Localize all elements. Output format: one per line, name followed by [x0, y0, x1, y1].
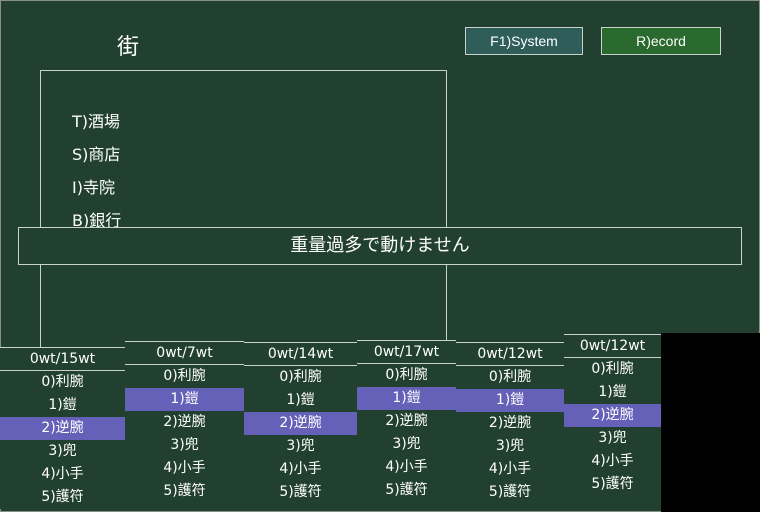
party-panel-5: 0wt/12wt 0)利腕 1)鎧 2)逆腕 3)兜 4)小手 5)護符 [456, 342, 564, 504]
party-panel-1: 0wt/15wt 0)利腕 1)鎧 2)逆腕 3)兜 4)小手 5)護符 [0, 347, 125, 509]
slot-helmet[interactable]: 3)兜 [564, 427, 661, 450]
slot-main-hand[interactable]: 0)利腕 [564, 358, 661, 381]
slot-main-hand[interactable]: 0)利腕 [0, 371, 125, 394]
slot-off-hand[interactable]: 2)逆腕 [244, 412, 357, 435]
weight-label: 0wt/15wt [0, 348, 125, 371]
message-banner: 重量過多で動けません [18, 227, 742, 265]
slot-amulet[interactable]: 5)護符 [0, 486, 125, 509]
slot-amulet[interactable]: 5)護符 [564, 473, 661, 496]
slot-main-hand[interactable]: 0)利腕 [456, 366, 564, 389]
party-panel-4: 0wt/17wt 0)利腕 1)鎧 2)逆腕 3)兜 4)小手 5)護符 [357, 340, 456, 502]
slot-off-hand[interactable]: 2)逆腕 [564, 404, 661, 427]
slot-gauntlets[interactable]: 4)小手 [0, 463, 125, 486]
slot-amulet[interactable]: 5)護符 [357, 479, 456, 502]
slot-gauntlets[interactable]: 4)小手 [357, 456, 456, 479]
slot-helmet[interactable]: 3)兜 [125, 434, 244, 457]
slot-helmet[interactable]: 3)兜 [244, 435, 357, 458]
slot-armor[interactable]: 1)鎧 [564, 381, 661, 404]
weight-label: 0wt/7wt [125, 342, 244, 365]
slot-main-hand[interactable]: 0)利腕 [244, 366, 357, 389]
slot-amulet[interactable]: 5)護符 [125, 480, 244, 503]
weight-label: 0wt/12wt [456, 343, 564, 366]
slot-main-hand[interactable]: 0)利腕 [357, 364, 456, 387]
party-panel-6: 0wt/12wt 0)利腕 1)鎧 2)逆腕 3)兜 4)小手 5)護符 [564, 334, 661, 496]
empty-area [661, 333, 760, 512]
slot-armor[interactable]: 1)鎧 [244, 389, 357, 412]
slot-gauntlets[interactable]: 4)小手 [564, 450, 661, 473]
slot-helmet[interactable]: 3)兜 [456, 435, 564, 458]
slot-armor[interactable]: 1)鎧 [125, 388, 244, 411]
menu-item-shop[interactable]: S)商店 [72, 141, 120, 165]
system-button[interactable]: F1)System [465, 27, 583, 55]
slot-off-hand[interactable]: 2)逆腕 [125, 411, 244, 434]
slot-helmet[interactable]: 3)兜 [357, 433, 456, 456]
weight-label: 0wt/14wt [244, 343, 357, 366]
slot-helmet[interactable]: 3)兜 [0, 440, 125, 463]
slot-amulet[interactable]: 5)護符 [456, 481, 564, 504]
slot-gauntlets[interactable]: 4)小手 [244, 458, 357, 481]
weight-label: 0wt/17wt [357, 341, 456, 364]
party-panel-2: 0wt/7wt 0)利腕 1)鎧 2)逆腕 3)兜 4)小手 5)護符 [125, 341, 244, 503]
record-button[interactable]: R)ecord [601, 27, 721, 55]
menu-item-temple[interactable]: I)寺院 [72, 174, 115, 198]
weight-label: 0wt/12wt [564, 335, 661, 358]
party-panel-3: 0wt/14wt 0)利腕 1)鎧 2)逆腕 3)兜 4)小手 5)護符 [244, 342, 357, 504]
slot-amulet[interactable]: 5)護符 [244, 481, 357, 504]
menu-item-tavern[interactable]: T)酒場 [72, 108, 120, 132]
location-title: 街 [117, 35, 141, 60]
slot-gauntlets[interactable]: 4)小手 [125, 457, 244, 480]
slot-armor[interactable]: 1)鎧 [456, 389, 564, 412]
slot-gauntlets[interactable]: 4)小手 [456, 458, 564, 481]
slot-off-hand[interactable]: 2)逆腕 [456, 412, 564, 435]
slot-off-hand[interactable]: 2)逆腕 [0, 417, 125, 440]
slot-armor[interactable]: 1)鎧 [357, 387, 456, 410]
slot-main-hand[interactable]: 0)利腕 [125, 365, 244, 388]
slot-armor[interactable]: 1)鎧 [0, 394, 125, 417]
slot-off-hand[interactable]: 2)逆腕 [357, 410, 456, 433]
